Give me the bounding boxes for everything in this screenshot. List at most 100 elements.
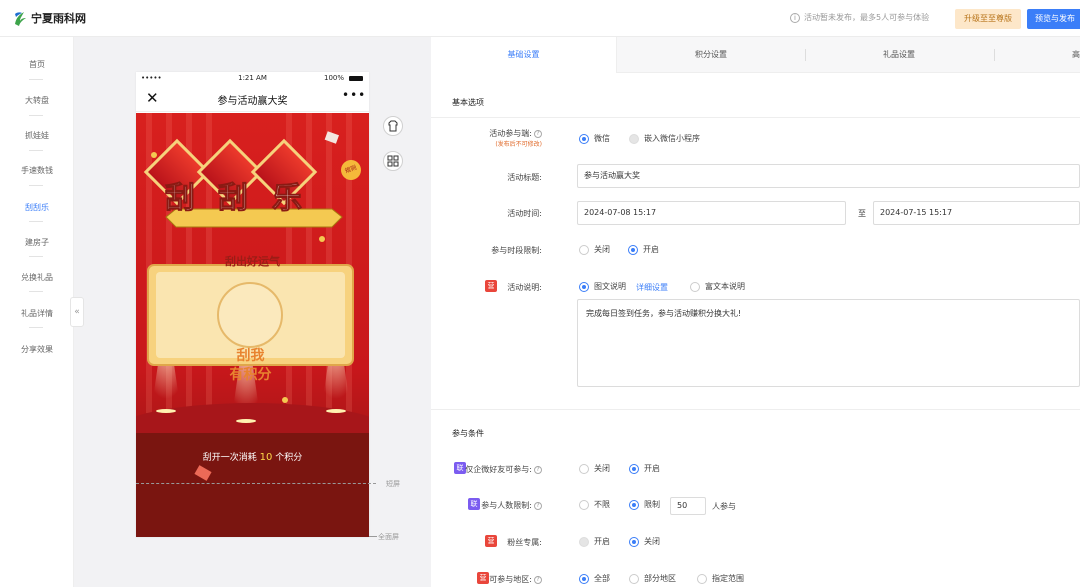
- count-limit-input[interactable]: 50: [670, 497, 706, 515]
- scratch-card-text-2: 有积分: [229, 367, 272, 383]
- tab-advanced[interactable]: 高: [1031, 37, 1080, 73]
- radio-time-limit-on[interactable]: 开启: [628, 244, 659, 255]
- radio-region-range[interactable]: 指定范围: [697, 573, 744, 584]
- detail-settings-link[interactable]: 详细设置: [636, 282, 668, 293]
- radio-rich-text-description[interactable]: 富文本说明: [690, 281, 745, 292]
- sidebar-divider: [29, 256, 43, 257]
- link-badge: 联: [468, 498, 480, 510]
- description-textarea[interactable]: 完成每日签到任务，参与活动赚积分换大礼!: [577, 299, 1080, 387]
- phone-title-bar: ✕ 参与活动赢大奖 •••: [136, 86, 369, 112]
- radio-label: 富文本说明: [705, 282, 745, 291]
- more-icon[interactable]: •••: [342, 88, 366, 102]
- radio-mini-program[interactable]: 嵌入微信小程序: [629, 133, 700, 144]
- short-screen-label: 短屏: [386, 480, 400, 488]
- game-title-char-2: 刮: [218, 181, 249, 217]
- tab-gifts[interactable]: 礼品设置: [805, 37, 993, 73]
- sidebar-item-money[interactable]: 手速数钱: [0, 165, 74, 176]
- tab-basic[interactable]: 基础设置: [431, 37, 617, 73]
- brand-logo[interactable]: 宁夏雨科网: [12, 9, 86, 27]
- region-label-text: 可参与地区:: [489, 575, 532, 584]
- sidebar-item-gift-detail[interactable]: 礼品详情: [0, 308, 74, 319]
- participation-label-text: 活动参与端:: [489, 129, 532, 138]
- scratch-card-text-1: 刮我: [236, 348, 265, 364]
- game-title-char-1: 刮: [165, 181, 196, 217]
- top-bar: 宁夏雨科网 i 活动暂未发布，最多5人可参与体验 升级至至尊版 预览与发布: [0, 0, 1080, 37]
- time-separator: 至: [858, 209, 866, 218]
- marketing-badge: 营: [485, 535, 497, 547]
- radio-region-all[interactable]: 全部: [579, 573, 610, 584]
- sidebar-divider: [29, 150, 43, 151]
- sidebar-divider: [29, 185, 43, 186]
- marketing-badge: 营: [485, 280, 497, 292]
- upgrade-button[interactable]: 升级至至尊版: [955, 9, 1021, 29]
- info-icon: i: [790, 12, 800, 23]
- game-subtitle: 刮出好运气: [225, 255, 280, 268]
- participation-sublabel: (发布后不可修改): [495, 141, 542, 148]
- radio-label: 关闭: [594, 245, 610, 254]
- activity-title-label: 活动标题:: [507, 173, 542, 182]
- layout-icon[interactable]: [383, 151, 403, 171]
- sidebar-item-redeem[interactable]: 兑换礼品: [0, 272, 74, 283]
- count-limit-label: 参与人数限制:?: [481, 500, 542, 511]
- collapse-sidebar-button[interactable]: «: [70, 297, 84, 327]
- battery-text: 100%: [324, 74, 345, 82]
- radio-label: 不限: [594, 500, 610, 509]
- radio-time-limit-off[interactable]: 关闭: [579, 244, 610, 255]
- time-limit-label: 参与时段限制:: [491, 246, 542, 255]
- friends-only-label: 仅企微好友可参与:?: [465, 464, 542, 475]
- sidebar-item-share[interactable]: 分享效果: [0, 344, 74, 355]
- sidebar-item-house[interactable]: 建房子: [0, 237, 74, 248]
- radio-label: 微信: [594, 134, 610, 143]
- preview-publish-button[interactable]: 预览与发布: [1027, 9, 1080, 29]
- sidebar-item-wheel[interactable]: 大转盘: [0, 95, 74, 106]
- notice-text: 活动暂未发布，最多5人可参与体验: [804, 13, 930, 22]
- fans-only-label: 粉丝专属:: [507, 538, 542, 547]
- participation-label: 活动参与端:? (发布后不可修改): [489, 128, 542, 148]
- radio-count-limited[interactable]: 限制: [629, 499, 660, 510]
- radio-label: 开启: [644, 464, 660, 473]
- friends-only-label-text: 仅企微好友可参与:: [465, 465, 532, 474]
- radio-friends-only-off[interactable]: 关闭: [579, 463, 610, 474]
- radio-fans-only-off[interactable]: 关闭: [629, 536, 660, 547]
- radio-label: 关闭: [594, 464, 610, 473]
- phone-page-title: 参与活动赢大奖: [217, 96, 288, 107]
- sidebar-item-claw[interactable]: 抓娃娃: [0, 130, 74, 141]
- sidebar-divider: [29, 291, 43, 292]
- game-title-char-3: 乐: [272, 181, 303, 217]
- short-screen-guide: [136, 483, 376, 484]
- radio-wechat[interactable]: 微信: [579, 133, 610, 144]
- full-screen-label: 全面屏: [378, 533, 399, 541]
- end-time-input[interactable]: 2024-07-15 15:17: [873, 201, 1080, 225]
- radio-region-partial[interactable]: 部分地区: [629, 573, 676, 584]
- section-conditions-title: 参与条件: [452, 429, 484, 438]
- radio-label: 开启: [594, 537, 610, 546]
- theme-icon[interactable]: [383, 116, 403, 136]
- radio-friends-only-on[interactable]: 开启: [629, 463, 660, 474]
- help-icon[interactable]: ?: [534, 465, 542, 474]
- tab-points[interactable]: 积分设置: [617, 37, 805, 73]
- sidebar-divider: [29, 221, 43, 222]
- radio-label: 图文说明: [594, 282, 626, 291]
- description-label: 活动说明:: [507, 283, 542, 292]
- tab-divider: [994, 49, 995, 61]
- help-icon[interactable]: ?: [534, 129, 542, 138]
- radio-fans-only-on[interactable]: 开启: [579, 536, 610, 547]
- battery-icon: [349, 76, 363, 81]
- activity-time-label: 活动时间:: [507, 209, 542, 218]
- sidebar-item-scratch[interactable]: 刮刮乐: [0, 202, 74, 213]
- radio-count-unlimited[interactable]: 不限: [579, 499, 610, 510]
- marketing-badge: 营: [477, 572, 489, 584]
- radio-graphic-description[interactable]: 图文说明: [579, 281, 626, 292]
- help-icon[interactable]: ?: [534, 501, 542, 510]
- count-limit-unit: 人参与: [712, 502, 736, 511]
- scratch-cost-line: 刮开一次消耗 10 个积分: [136, 450, 369, 463]
- cost-value: 10: [259, 452, 273, 463]
- full-screen-guide: [369, 536, 377, 537]
- help-icon[interactable]: ?: [534, 575, 542, 584]
- radio-label: 关闭: [644, 537, 660, 546]
- sidebar-item-home[interactable]: 首页: [0, 59, 74, 70]
- start-time-input[interactable]: 2024-07-08 15:17: [577, 201, 846, 225]
- region-label: 可参与地区:?: [489, 574, 542, 585]
- activity-title-input[interactable]: 参与活动赢大奖: [577, 164, 1080, 188]
- link-badge: 联: [454, 462, 466, 474]
